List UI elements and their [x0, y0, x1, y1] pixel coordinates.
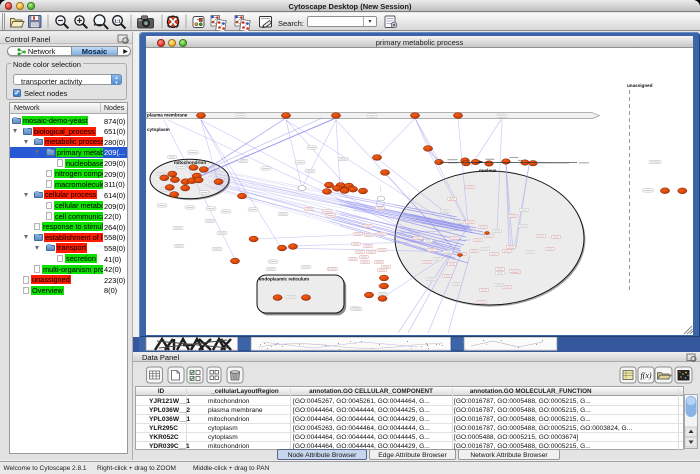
svg-text:unassigned: unassigned	[627, 83, 653, 88]
svg-text:1:1: 1:1	[114, 18, 121, 23]
svg-text:plasma membrane: plasma membrane	[147, 113, 188, 118]
svg-text:cytoplasm: cytoplasm	[147, 127, 170, 132]
svg-text:f(x): f(x)	[640, 371, 651, 380]
svg-text:nucleus: nucleus	[479, 168, 497, 173]
svg-text:mitochondrion: mitochondrion	[174, 160, 206, 165]
svg-text:endoplasmic reticulum: endoplasmic reticulum	[259, 277, 309, 282]
